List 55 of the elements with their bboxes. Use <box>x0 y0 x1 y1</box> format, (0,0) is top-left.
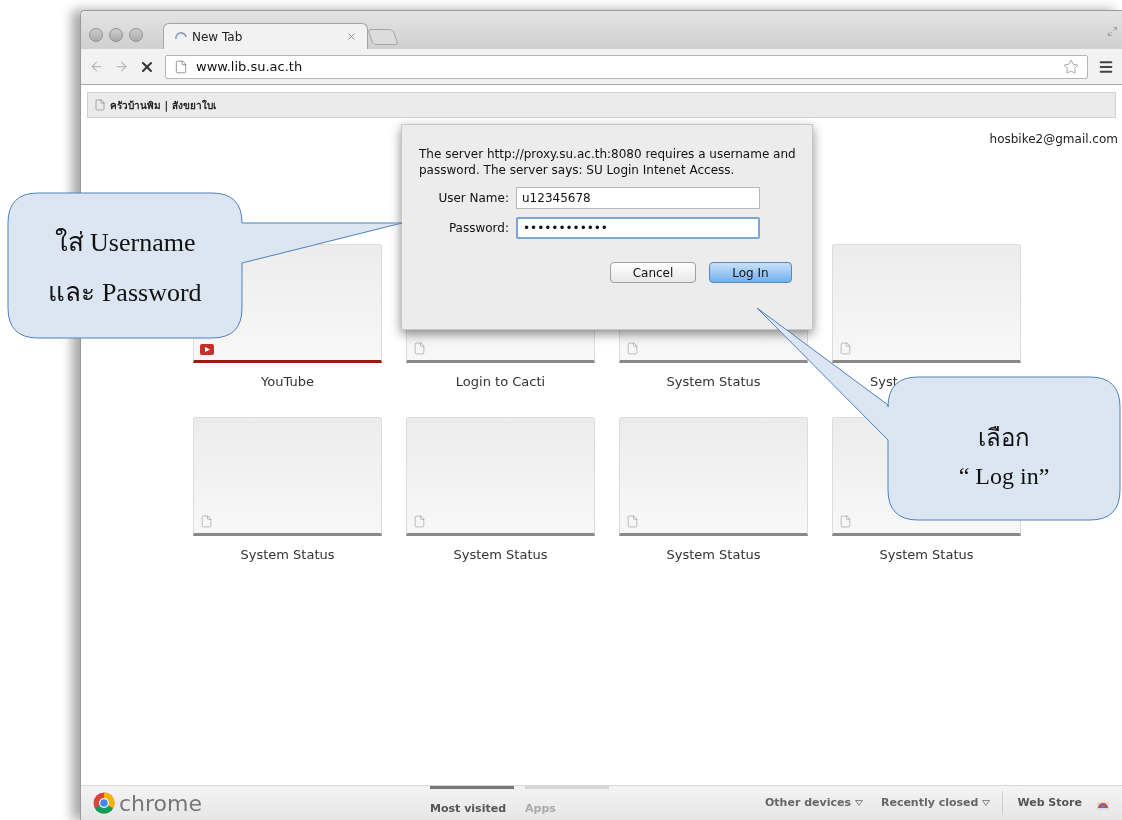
url-text: www.lib.su.ac.th <box>196 57 304 76</box>
footer-tab[interactable]: Most visited <box>430 786 515 818</box>
window-control[interactable] <box>89 28 103 42</box>
page-icon <box>626 515 639 528</box>
account-email[interactable]: hosbike2@gmail.com <box>989 130 1118 146</box>
tile-title[interactable]: System Status <box>879 545 974 563</box>
dialog-button[interactable]: Cancel <box>610 262 696 283</box>
close-icon[interactable] <box>346 31 357 42</box>
new-tab-button[interactable] <box>367 29 399 45</box>
page-icon <box>413 515 426 528</box>
window-control[interactable] <box>129 28 143 42</box>
chrome-logo-text: chrome <box>119 789 203 818</box>
tile-title[interactable]: Syst <box>870 372 898 390</box>
callout-text: “ Log in” <box>958 462 1050 491</box>
callout-text: เลือก <box>978 424 1030 453</box>
browser-tab[interactable]: New Tab <box>163 23 368 49</box>
input-field[interactable]: •••••••••••• <box>516 217 760 239</box>
fullscreen-icon[interactable] <box>1107 26 1118 37</box>
field-label: Password: <box>447 220 510 237</box>
tile-title[interactable]: System Status <box>240 545 335 563</box>
input-field[interactable]: u12345678 <box>516 187 760 209</box>
page-icon <box>174 59 188 74</box>
thumbnail[interactable] <box>193 417 382 536</box>
address-bar[interactable]: www.lib.su.ac.th <box>165 54 1088 79</box>
callout-text: ใส่ Username <box>54 227 196 259</box>
menu-icon[interactable] <box>1098 58 1114 75</box>
dialog-message: The server http://proxy.su.ac.th:8080 requires a username and password. The server says: SU Login Intenet Access. <box>419 146 797 178</box>
tile-title[interactable]: System Status <box>666 372 761 390</box>
page-icon <box>839 342 852 355</box>
star-icon[interactable] <box>1063 58 1079 75</box>
page-icon <box>200 515 213 528</box>
window-control[interactable] <box>109 28 123 42</box>
field-label: User Name: <box>437 190 510 207</box>
footer-link[interactable]: Recently closed <box>880 794 991 812</box>
thumbnail[interactable] <box>406 417 595 536</box>
play-icon <box>200 344 214 355</box>
tile-title[interactable]: System Status <box>453 545 548 563</box>
chrome-logo-icon <box>93 792 115 814</box>
page-icon <box>413 342 426 355</box>
thumbnail[interactable] <box>832 244 1021 363</box>
forward-icon[interactable] <box>114 59 129 74</box>
tile-title[interactable]: Login to Cacti <box>455 372 546 390</box>
tab-title: New Tab <box>192 28 244 46</box>
tile-title[interactable]: YouTube <box>261 372 314 390</box>
page-icon <box>94 99 106 111</box>
callout-text: และ Password <box>48 277 202 309</box>
dialog-button[interactable]: Log In <box>709 262 792 283</box>
tile-title[interactable]: System Status <box>666 545 761 563</box>
page-icon <box>839 515 852 528</box>
web-store-link[interactable]: Web Store <box>1017 794 1082 812</box>
page-icon <box>626 342 639 355</box>
back-icon[interactable] <box>89 59 104 74</box>
bookmark[interactable]: ครัวบ้านพิม | สังขยาใบเ <box>94 97 216 113</box>
thumbnail[interactable] <box>619 417 808 536</box>
footer-link[interactable]: Other devices <box>765 794 863 812</box>
